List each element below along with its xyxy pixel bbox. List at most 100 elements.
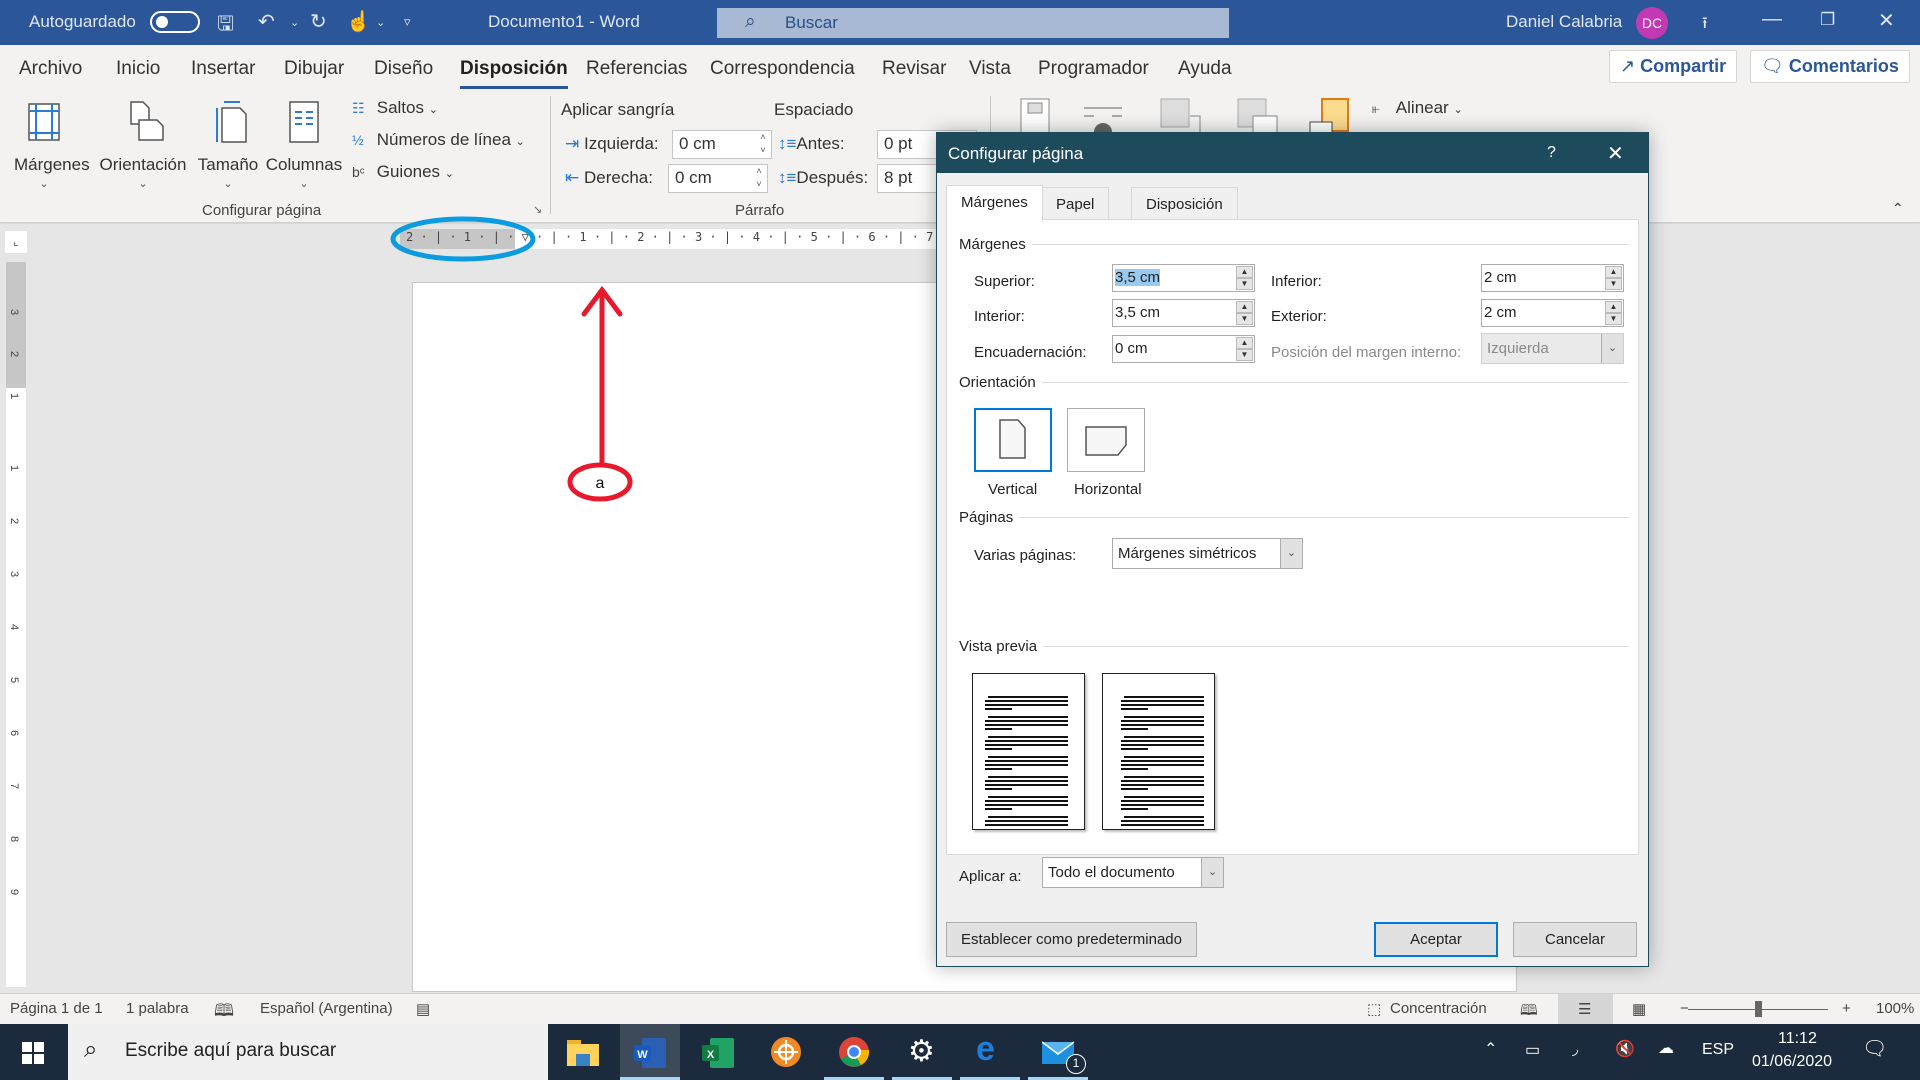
share-button[interactable]: ↗ Compartir [1609, 50, 1738, 83]
tab-margenes[interactable]: Márgenes [946, 185, 1043, 221]
spin-up-icon[interactable]: ▲ [1236, 301, 1253, 313]
taskbar-mail[interactable]: 1 [1028, 1024, 1088, 1080]
user-name[interactable]: Daniel Calabria [1506, 12, 1622, 32]
proofing-icon[interactable]: 🕮 [214, 998, 234, 1027]
touch-dropdown-icon[interactable]: ⌄ [376, 16, 385, 29]
spin-up-icon[interactable]: ▲ [1236, 266, 1253, 278]
tab-ayuda[interactable]: Ayuda [1178, 58, 1232, 80]
inferior-input[interactable]: 2 cm ▲ ▼ [1481, 264, 1624, 292]
focus-mode-icon[interactable]: ⬚ [1367, 1000, 1381, 1018]
set-default-button[interactable]: Establecer como predeterminado [946, 922, 1197, 957]
tab-disposicion[interactable]: Disposición [460, 58, 568, 89]
indent-left-input[interactable]: 0 cm ˄ ˅ [672, 130, 772, 159]
wrap-text-icon[interactable] [1082, 104, 1124, 134]
tab-referencias[interactable]: Referencias [586, 58, 687, 80]
word-count[interactable]: 1 palabra [126, 1000, 189, 1017]
bring-forward-icon[interactable] [1160, 98, 1202, 134]
onedrive-upload-icon[interactable]: ☁ [1658, 1038, 1674, 1058]
taskbar-file-explorer[interactable] [553, 1024, 613, 1080]
tab-papel[interactable]: Papel [1041, 187, 1110, 219]
align-button[interactable]: ⫦ Alinear ⌄ [1372, 98, 1463, 118]
portrait-label[interactable]: Vertical [988, 481, 1037, 498]
focus-mode-button[interactable]: Concentración [1390, 1000, 1487, 1017]
avatar[interactable]: DC [1636, 7, 1668, 39]
landscape-label[interactable]: Horizontal [1074, 481, 1142, 498]
ok-button[interactable]: Aceptar [1374, 922, 1498, 957]
collapse-ribbon-icon[interactable]: ⌃ [1892, 200, 1904, 217]
windows-start-icon[interactable] [22, 1042, 44, 1064]
volume-muted-icon[interactable]: 🔇 [1615, 1039, 1635, 1059]
interior-input[interactable]: 3,5 cm ▲ ▼ [1112, 299, 1255, 327]
input-language[interactable]: ESP [1702, 1041, 1734, 1059]
indent-right-input[interactable]: 0 cm ˄ ˅ [668, 164, 768, 193]
taskbar-chrome[interactable] [824, 1024, 884, 1080]
tab-archivo[interactable]: Archivo [19, 58, 82, 80]
clock-date[interactable]: 01/06/2020 [1752, 1053, 1832, 1071]
spin-down-icon[interactable]: ▼ [1236, 349, 1253, 361]
page-count[interactable]: Página 1 de 1 [10, 1000, 103, 1017]
show-hidden-icons[interactable]: ⌃ [1484, 1039, 1497, 1059]
touch-mode-icon[interactable]: ☝ [346, 9, 371, 34]
size-button[interactable]: Tamaño ⌄ [196, 98, 260, 190]
close-icon[interactable]: ✕ [1878, 8, 1895, 33]
selection-pane-icon[interactable] [1308, 98, 1350, 134]
notifications-icon[interactable]: 🗨 [1862, 1036, 1887, 1061]
taskbar-search[interactable]: ⌕ Escribe aquí para buscar [68, 1024, 548, 1080]
spin-arrows-icon[interactable]: ˄ ˅ [751, 165, 767, 192]
wifi-icon[interactable]: ◞ [1572, 1039, 1578, 1059]
margins-button[interactable]: Márgenes ⌄ [14, 98, 90, 190]
dialog-launcher-icon[interactable]: ↘ [533, 203, 542, 216]
line-numbers-button[interactable]: ½ Números de línea ⌄ [352, 130, 525, 150]
spin-down-icon[interactable]: ▼ [1605, 313, 1622, 325]
spin-arrows-icon[interactable]: ˄ ˅ [755, 131, 771, 158]
macro-recording-icon[interactable]: ▤ [416, 1000, 430, 1018]
multiple-pages-select[interactable]: Márgenes simétricos ⌄ [1112, 538, 1303, 569]
undo-icon[interactable]: ↶ [258, 9, 275, 34]
tab-insertar[interactable]: Insertar [191, 58, 255, 80]
ribbon-display-options-icon[interactable]: ⭱ [1702, 12, 1708, 39]
zoom-in-icon[interactable]: + [1842, 1000, 1851, 1017]
send-backward-icon[interactable] [1237, 98, 1279, 134]
zoom-slider-thumb[interactable] [1755, 1001, 1762, 1017]
gutter-input[interactable]: 0 cm ▲ ▼ [1112, 335, 1255, 363]
spin-down-icon[interactable]: ▼ [1236, 313, 1253, 325]
exterior-input[interactable]: 2 cm ▲ ▼ [1481, 299, 1624, 327]
spin-up-icon[interactable]: ▲ [1605, 266, 1622, 278]
clock-time[interactable]: 11:12 [1778, 1030, 1817, 1048]
apply-to-select[interactable]: Todo el documento ⌄ [1042, 857, 1224, 888]
tab-stop-selector[interactable]: ⌞ [5, 231, 27, 253]
search-box[interactable]: ⌕ Buscar [717, 8, 1229, 38]
portrait-option[interactable] [974, 408, 1052, 472]
taskbar-edge[interactable]: e [960, 1024, 1020, 1080]
spin-up-icon[interactable]: ▲ [1236, 337, 1253, 349]
tab-revisar[interactable]: Revisar [882, 58, 946, 80]
taskbar-word[interactable]: W [620, 1024, 680, 1080]
cancel-button[interactable]: Cancelar [1513, 922, 1637, 957]
read-mode-icon[interactable]: 🕮 [1520, 1000, 1538, 1025]
help-button[interactable]: ? [1547, 144, 1556, 162]
autosave-toggle[interactable] [150, 11, 200, 33]
tab-disposicion-dialog[interactable]: Disposición [1131, 187, 1238, 219]
redo-icon[interactable]: ↻ [310, 9, 327, 34]
tab-inicio[interactable]: Inicio [116, 58, 160, 80]
taskbar-app-orange[interactable] [756, 1024, 816, 1080]
horizontal-ruler[interactable]: 2 · | · 1 · | · ▽ · | · 1 · | · 2 · | · … [400, 229, 991, 249]
taskbar-settings[interactable]: ⚙ [892, 1024, 952, 1080]
hyphenation-button[interactable]: bᶜ Guiones ⌄ [352, 162, 454, 182]
customize-toolbar-icon[interactable]: ▿ [404, 14, 411, 30]
gutter-position-select[interactable]: Izquierda ⌄ [1481, 333, 1624, 364]
superior-input[interactable]: 3,5 cm ▲ ▼ [1112, 264, 1255, 292]
language-status[interactable]: Español (Argentina) [260, 1000, 393, 1017]
spin-up-icon[interactable]: ▲ [1605, 301, 1622, 313]
tab-vista[interactable]: Vista [969, 58, 1011, 80]
save-icon[interactable]: 🖫 [217, 9, 234, 43]
zoom-level[interactable]: 100% [1876, 1000, 1914, 1017]
minimize-icon[interactable]: — [1762, 8, 1782, 31]
restore-icon[interactable]: ❐ [1820, 10, 1835, 30]
taskbar-excel[interactable]: X [688, 1024, 748, 1080]
undo-dropdown-icon[interactable]: ⌄ [290, 16, 299, 29]
dialog-close-icon[interactable]: ✕ [1607, 141, 1624, 166]
columns-button[interactable]: Columnas ⌄ [264, 98, 344, 190]
position-icon[interactable] [1020, 98, 1052, 134]
breaks-button[interactable]: ☷ Saltos ⌄ [352, 98, 438, 118]
